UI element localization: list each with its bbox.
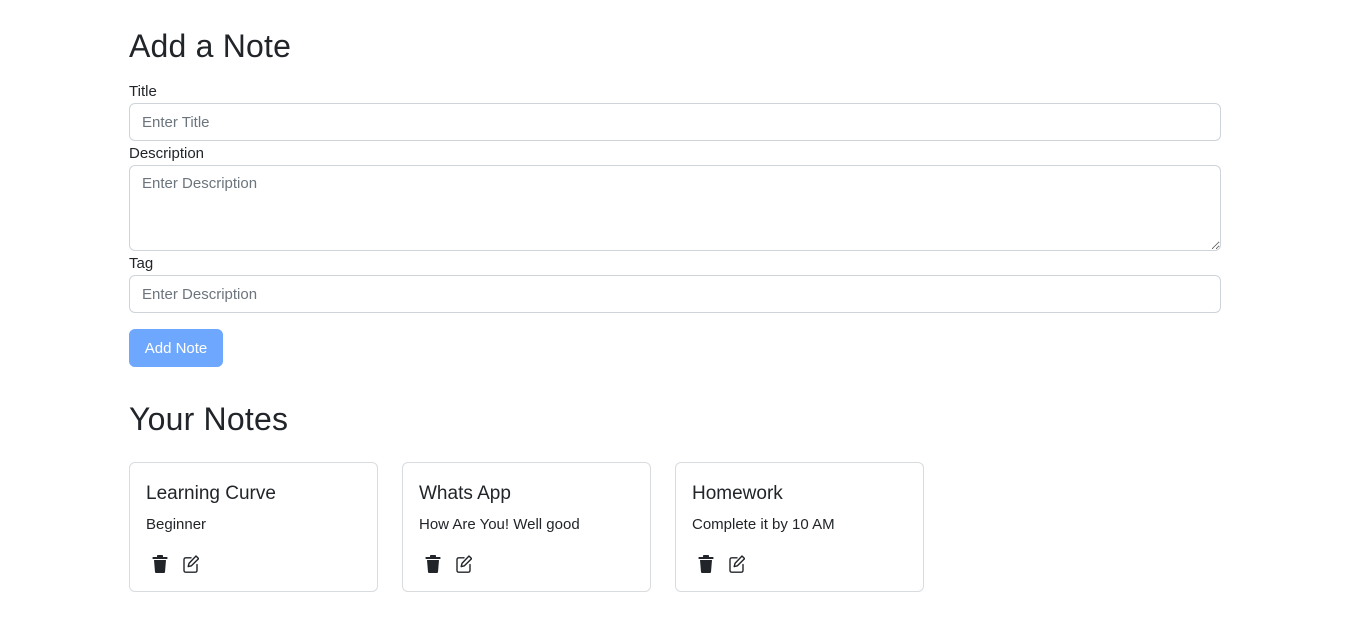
note-card: Whats App How Are You! Well good bbox=[402, 462, 651, 592]
note-description: Complete it by 10 AM bbox=[692, 516, 835, 533]
title-label: Title bbox=[129, 83, 157, 100]
edit-icon[interactable] bbox=[729, 555, 745, 573]
tag-input[interactable] bbox=[129, 275, 1221, 313]
trash-icon[interactable] bbox=[425, 555, 441, 573]
trash-icon[interactable] bbox=[698, 555, 714, 573]
note-card: Learning Curve Beginner bbox=[129, 462, 378, 592]
add-note-button[interactable]: Add Note bbox=[129, 329, 223, 367]
your-notes-heading: Your Notes bbox=[129, 401, 289, 437]
note-title: Whats App bbox=[419, 483, 511, 504]
add-note-heading: Add a Note bbox=[129, 28, 292, 64]
note-card: Homework Complete it by 10 AM bbox=[675, 462, 924, 592]
tag-label: Tag bbox=[129, 255, 154, 272]
page-container: Add a Note Title Description Tag Add Not… bbox=[0, 0, 1346, 620]
edit-icon[interactable] bbox=[456, 555, 472, 573]
title-input[interactable] bbox=[129, 103, 1221, 141]
note-title: Homework bbox=[692, 483, 783, 504]
description-textarea[interactable] bbox=[129, 165, 1221, 251]
note-title: Learning Curve bbox=[146, 483, 276, 504]
edit-icon[interactable] bbox=[183, 555, 199, 573]
description-label: Description bbox=[129, 145, 205, 162]
trash-icon[interactable] bbox=[152, 555, 168, 573]
note-description: How Are You! Well good bbox=[419, 516, 580, 533]
note-description: Beginner bbox=[146, 516, 207, 533]
